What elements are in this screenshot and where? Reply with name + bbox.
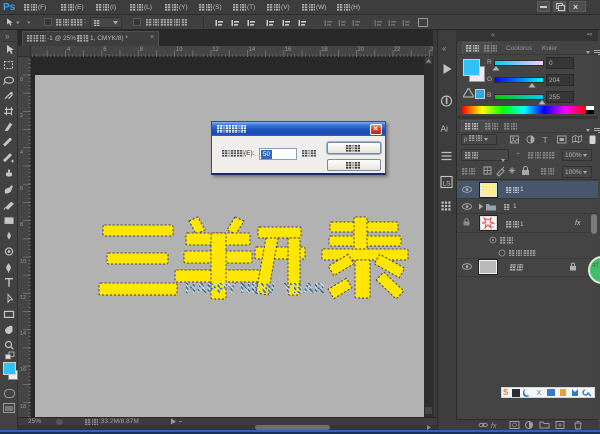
- svg-text:LS: LS: [443, 181, 452, 188]
- svg-text:fx: fx: [491, 423, 497, 430]
- svg-text:Ai: Ai: [441, 124, 449, 134]
- svg-text:T: T: [543, 135, 548, 145]
